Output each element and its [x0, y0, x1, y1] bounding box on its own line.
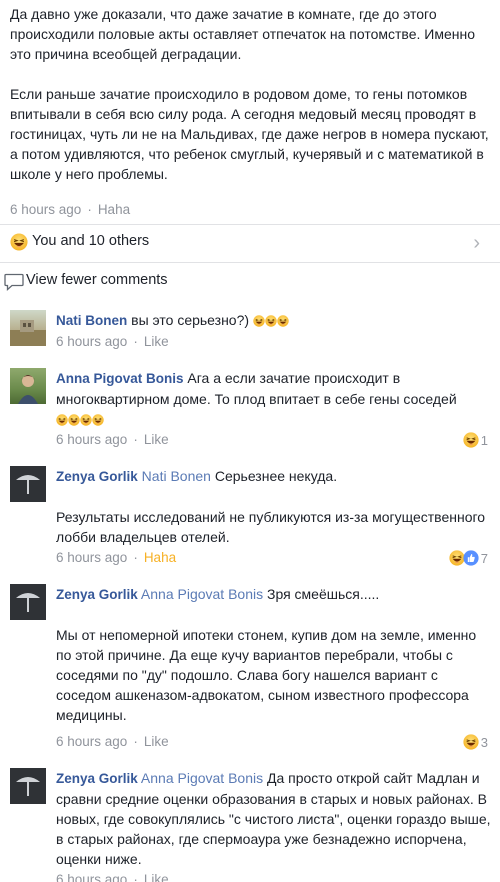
reaction-count: 7 [480, 550, 488, 566]
view-fewer-label: View fewer comments [26, 272, 168, 288]
comment-timestamp[interactable]: 6 hours ago [56, 334, 127, 349]
post-paragraph: Если раньше зачатие происходило в родово… [10, 86, 489, 182]
meta-separator: · [133, 432, 138, 447]
divider [0, 224, 500, 225]
comment-meta: 6 hours ago · Like [56, 334, 169, 349]
avatar[interactable] [10, 584, 46, 620]
reaction-count: 3 [480, 734, 488, 750]
avatar[interactable] [10, 768, 46, 804]
comment-meta: 6 hours ago · Like [56, 734, 169, 749]
comment-like-button[interactable]: Like [144, 872, 169, 882]
comment-mention[interactable]: Anna Pigovat Bonis [141, 770, 263, 786]
reactions-summary[interactable]: You and 10 others › [0, 229, 500, 257]
comment-paragraph: Результаты исследований не публикуются и… [56, 509, 486, 545]
comment-author[interactable]: Zenya Gorlik [56, 587, 138, 602]
comment-meta: 6 hours ago · Haha [56, 550, 176, 565]
post-paragraph: Да давно уже доказали, что даже зачатие … [10, 6, 475, 62]
comment-meta: 6 hours ago · Like [56, 432, 169, 447]
post-meta: 6 hours ago · Haha [10, 202, 130, 217]
avatar[interactable] [10, 368, 46, 404]
comment-timestamp[interactable]: 6 hours ago [56, 432, 127, 447]
haha-emoji-icon [463, 432, 479, 448]
comment-reactions[interactable]: 7 [449, 550, 488, 566]
comment-timestamp[interactable]: 6 hours ago [56, 734, 127, 749]
post-body: Да давно уже доказали, что даже зачатие … [10, 4, 498, 184]
comment-haha-button[interactable]: Haha [144, 550, 176, 565]
comment-mention[interactable]: Nati Bonen [142, 468, 211, 484]
comment-bubble-icon [4, 273, 24, 291]
meta-separator: · [133, 734, 138, 749]
comment-timestamp[interactable]: 6 hours ago [56, 872, 127, 882]
comment-reactions[interactable]: 1 [463, 432, 488, 448]
like-icon [463, 550, 479, 566]
post-timestamp[interactable]: 6 hours ago [10, 202, 81, 217]
comment-like-button[interactable]: Like [144, 432, 169, 447]
comment-author[interactable]: Zenya Gorlik [56, 771, 138, 786]
divider [0, 262, 500, 263]
laughing-emoji-icon [253, 312, 289, 332]
comment-timestamp[interactable]: 6 hours ago [56, 550, 127, 565]
comment-mention[interactable]: Anna Pigovat Bonis [141, 586, 263, 602]
avatar[interactable] [10, 466, 46, 502]
comment-author[interactable]: Anna Pigovat Bonis [56, 371, 184, 386]
meta-separator: · [133, 550, 138, 565]
post-reaction-button[interactable]: Haha [98, 202, 130, 217]
comment-author[interactable]: Nati Bonen [56, 313, 127, 328]
comment-text: Серьезнее некуда. [214, 468, 338, 484]
meta-separator: · [87, 202, 92, 217]
reactions-summary-text: You and 10 others [32, 233, 150, 249]
comment-author[interactable]: Zenya Gorlik [56, 469, 138, 484]
comment-text: Зря смеёшься..... [267, 586, 380, 602]
reaction-count: 1 [480, 432, 488, 448]
meta-separator: · [133, 872, 138, 882]
haha-emoji-icon [10, 233, 28, 251]
comment-like-button[interactable]: Like [144, 334, 169, 349]
comment-like-button[interactable]: Like [144, 734, 169, 749]
avatar[interactable] [10, 310, 46, 346]
comment-paragraph: Мы от непомерной ипотеки стонем, купив д… [56, 627, 477, 723]
comment-reactions[interactable]: 3 [463, 734, 488, 750]
chevron-right-icon: › [473, 232, 480, 254]
meta-separator: · [133, 334, 138, 349]
comment-text: вы это серьезно?) [131, 312, 250, 328]
haha-emoji-icon [463, 734, 479, 750]
laughing-emoji-icon [56, 411, 104, 431]
comment-meta: 6 hours ago · Like [56, 872, 169, 882]
